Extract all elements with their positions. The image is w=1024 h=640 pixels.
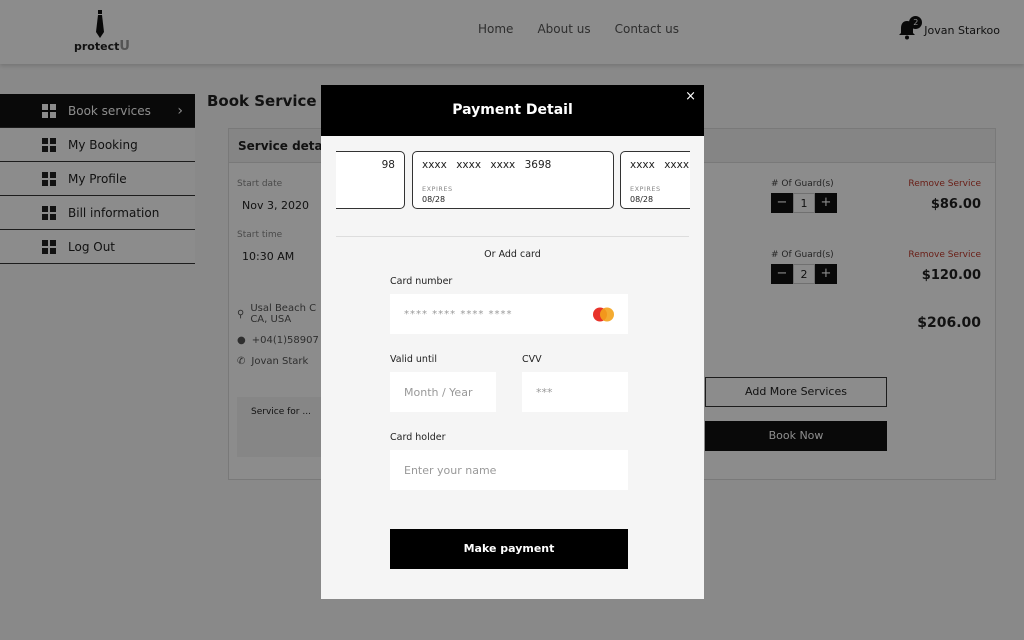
- card-number-placeholder: **** **** **** ****: [404, 308, 513, 320]
- saved-card[interactable]: 98: [336, 151, 405, 209]
- card-number: xxxx xxxx: [630, 159, 690, 171]
- make-payment-button[interactable]: Make payment: [390, 529, 628, 569]
- card-number: xxxx xxxx xxxx 3698: [422, 159, 552, 171]
- saved-card[interactable]: xxxx xxxx EXPIRES 08/28: [620, 151, 690, 209]
- card-holder-placeholder: Enter your name: [404, 463, 497, 477]
- payment-modal: Payment Detail × 98 xxxx xxxx xxxx 3698 …: [321, 85, 704, 599]
- mastercard-icon: [593, 307, 614, 322]
- card-number-field[interactable]: **** **** **** ****: [390, 294, 628, 334]
- card-expires-label: EXPIRES: [422, 185, 453, 193]
- valid-until-label: Valid until: [390, 354, 437, 365]
- card-expires-label: EXPIRES: [630, 185, 661, 193]
- cvv-label: CVV: [522, 354, 542, 365]
- or-add-card-label: Or Add card: [484, 249, 541, 260]
- cvv-placeholder: ***: [536, 385, 553, 399]
- card-holder-field[interactable]: Enter your name: [390, 450, 628, 490]
- saved-cards-carousel[interactable]: 98 xxxx xxxx xxxx 3698 EXPIRES 08/28 xxx…: [336, 151, 690, 209]
- saved-card[interactable]: xxxx xxxx xxxx 3698 EXPIRES 08/28: [412, 151, 614, 209]
- card-expires-value: 08/28: [630, 195, 654, 204]
- close-icon[interactable]: ×: [685, 89, 696, 104]
- modal-title: Payment Detail: [321, 85, 704, 136]
- card-expires-value: 08/28: [422, 195, 446, 204]
- card-number: 98: [381, 159, 395, 171]
- cvv-field[interactable]: ***: [522, 372, 628, 412]
- valid-until-placeholder: Month / Year: [404, 385, 473, 399]
- divider: [336, 236, 689, 237]
- card-number-label: Card number: [390, 276, 453, 287]
- card-holder-label: Card holder: [390, 432, 446, 443]
- valid-until-field[interactable]: Month / Year: [390, 372, 496, 412]
